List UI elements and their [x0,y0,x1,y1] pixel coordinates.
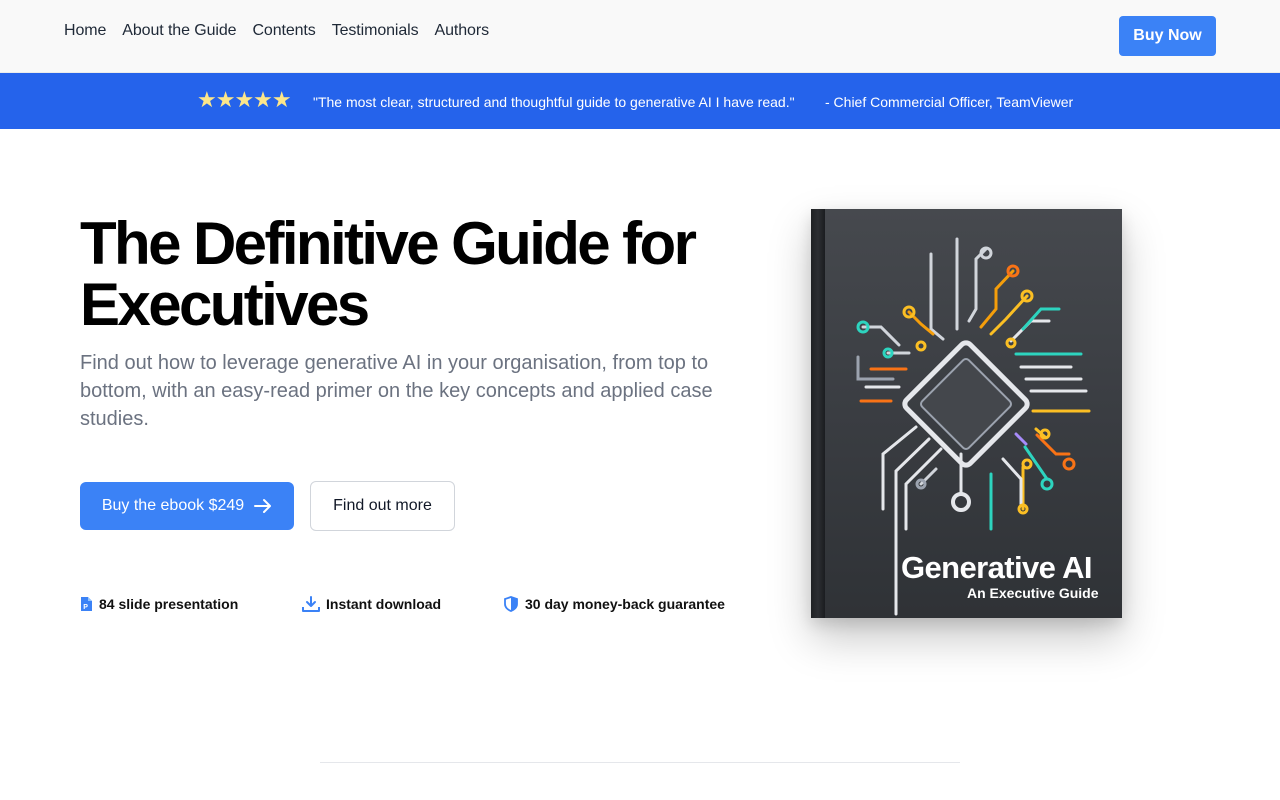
feature-download-label: Instant download [326,596,442,612]
feature-slides: P 84 slide presentation [80,596,238,612]
feature-download: Instant download [302,596,441,612]
arrow-right-icon [254,499,272,513]
nav-link-authors[interactable]: Authors [435,22,490,40]
buy-ebook-label: Buy the ebook $249 [101,497,245,514]
nav-links: Home About the Guide Contents Testimonia… [64,22,489,40]
testimonial-quote: "The most clear, structured and thoughtf… [313,94,795,110]
nav-link-home[interactable]: Home [64,22,106,40]
buy-ebook-button[interactable]: Buy the ebook $249 [80,482,294,530]
book-title: Generative AI [901,550,1093,585]
rating-stars: ★★★★★ [197,88,292,113]
nav-link-testimonials[interactable]: Testimonials [332,22,419,40]
find-out-more-button[interactable]: Find out more [310,481,455,531]
buy-now-button[interactable]: Buy Now [1119,16,1216,56]
book-subtitle: An Executive Guide [967,585,1099,601]
nav-link-about[interactable]: About the Guide [122,22,236,40]
hero-title: The Definitive Guide for Executives [80,210,697,338]
top-navbar: Home About the Guide Contents Testimonia… [0,0,1280,73]
feature-slides-label: 84 slide presentation [99,596,239,612]
section-divider [320,762,960,763]
nav-link-contents[interactable]: Contents [252,22,315,40]
feature-guarantee: 30 day money-back guarantee [503,596,725,612]
presentation-file-icon: P [81,597,92,611]
feature-guarantee-label: 30 day money-back guarantee [525,596,725,612]
svg-text:P: P [83,604,88,611]
testimonial-author: - Chief Commercial Officer, TeamViewer [825,94,1074,110]
book-cover: Generative AI An Executive Guide [811,209,1122,618]
shield-icon [504,596,518,612]
download-icon [302,596,320,612]
hero-subtitle: Find out how to leverage generative AI i… [80,352,713,430]
testimonial-banner: ★★★★★ "The most clear, structured and th… [0,73,1280,129]
